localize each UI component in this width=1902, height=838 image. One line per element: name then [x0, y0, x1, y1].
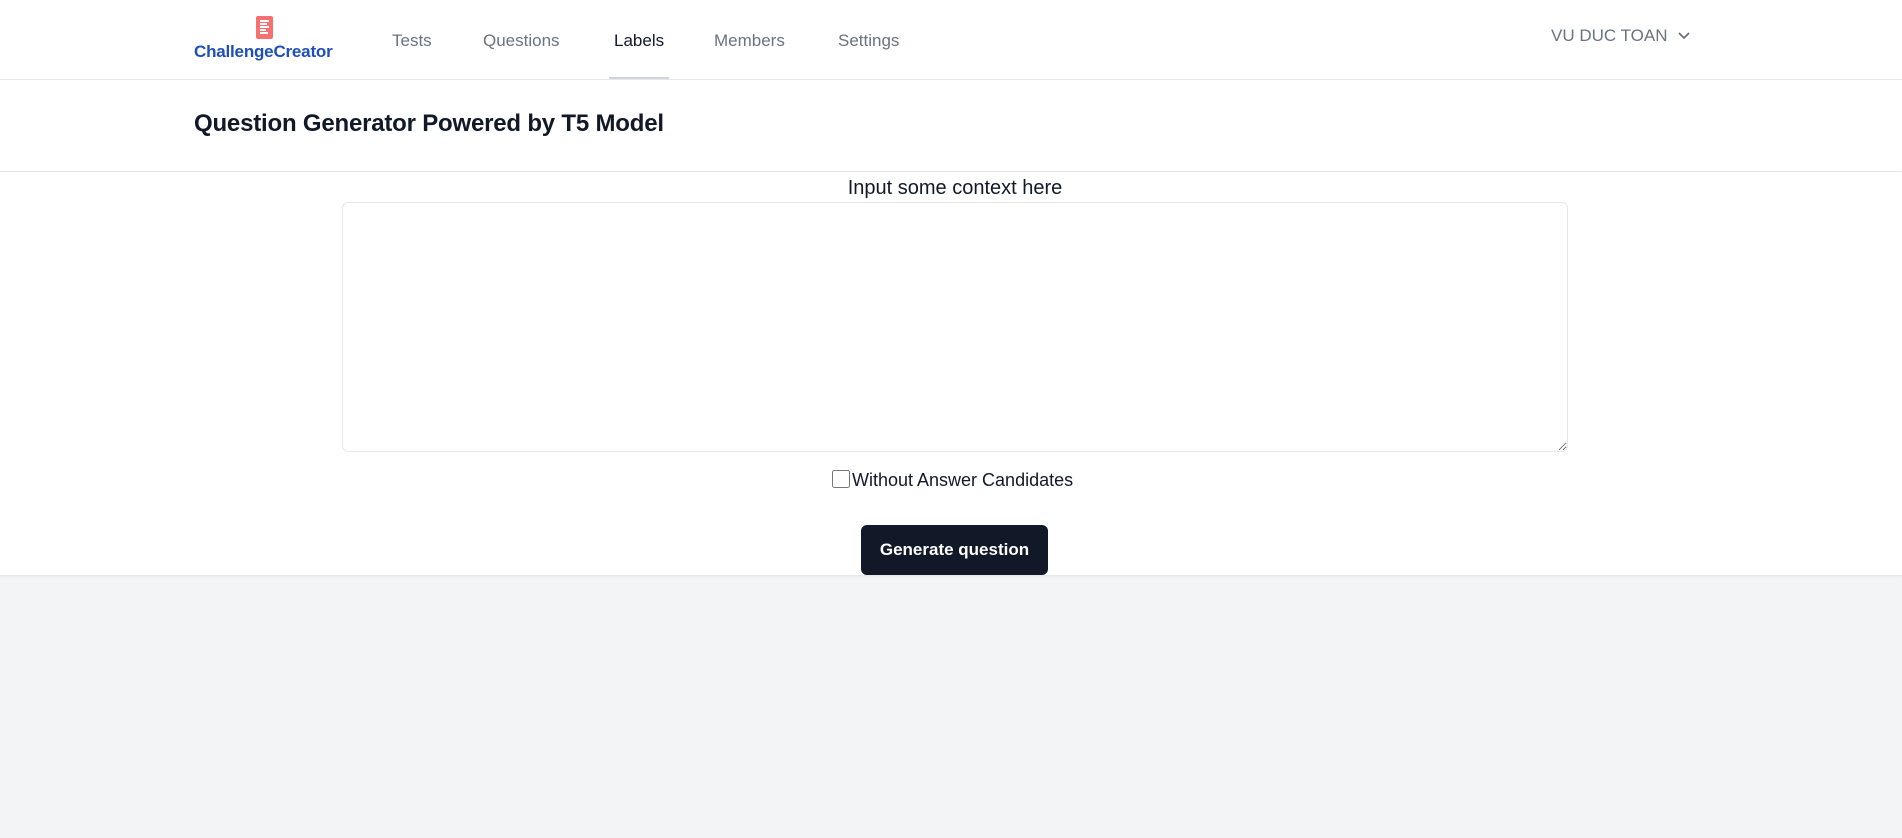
nav-item-tests[interactable]: Tests [392, 0, 432, 79]
without-answer-candidates-checkbox[interactable] [832, 469, 850, 488]
without-answer-candidates-label: Without Answer Candidates [852, 470, 1074, 490]
nav-item-members[interactable]: Members [714, 0, 785, 79]
page-title: Question Generator Powered by T5 Model [194, 110, 664, 137]
question-generator-panel: Input some context here Without Answer C… [0, 172, 1902, 576]
context-input[interactable] [342, 202, 1568, 452]
page-header: Question Generator Powered by T5 Model [0, 80, 1902, 172]
nav-item-labels[interactable]: Labels [609, 0, 670, 79]
nav-item-questions[interactable]: Questions [483, 0, 560, 79]
brand-name: ChallengeCreator [194, 42, 333, 61]
generate-question-button[interactable]: Generate question [861, 525, 1048, 575]
context-label: Input some context here [847, 177, 1063, 199]
document-list-icon [256, 16, 273, 39]
without-answer-candidates-option[interactable]: Without Answer Candidates [832, 468, 1074, 490]
top-navbar: ChallengeCreator Tests Questions Labels … [0, 0, 1902, 80]
chevron-down-icon [1678, 32, 1689, 39]
brand-logo[interactable]: ChallengeCreator [194, 16, 344, 64]
user-menu[interactable]: VU DUC TOAN [1551, 26, 1690, 46]
user-name: VU DUC TOAN [1551, 26, 1668, 45]
nav-item-settings[interactable]: Settings [838, 0, 899, 79]
